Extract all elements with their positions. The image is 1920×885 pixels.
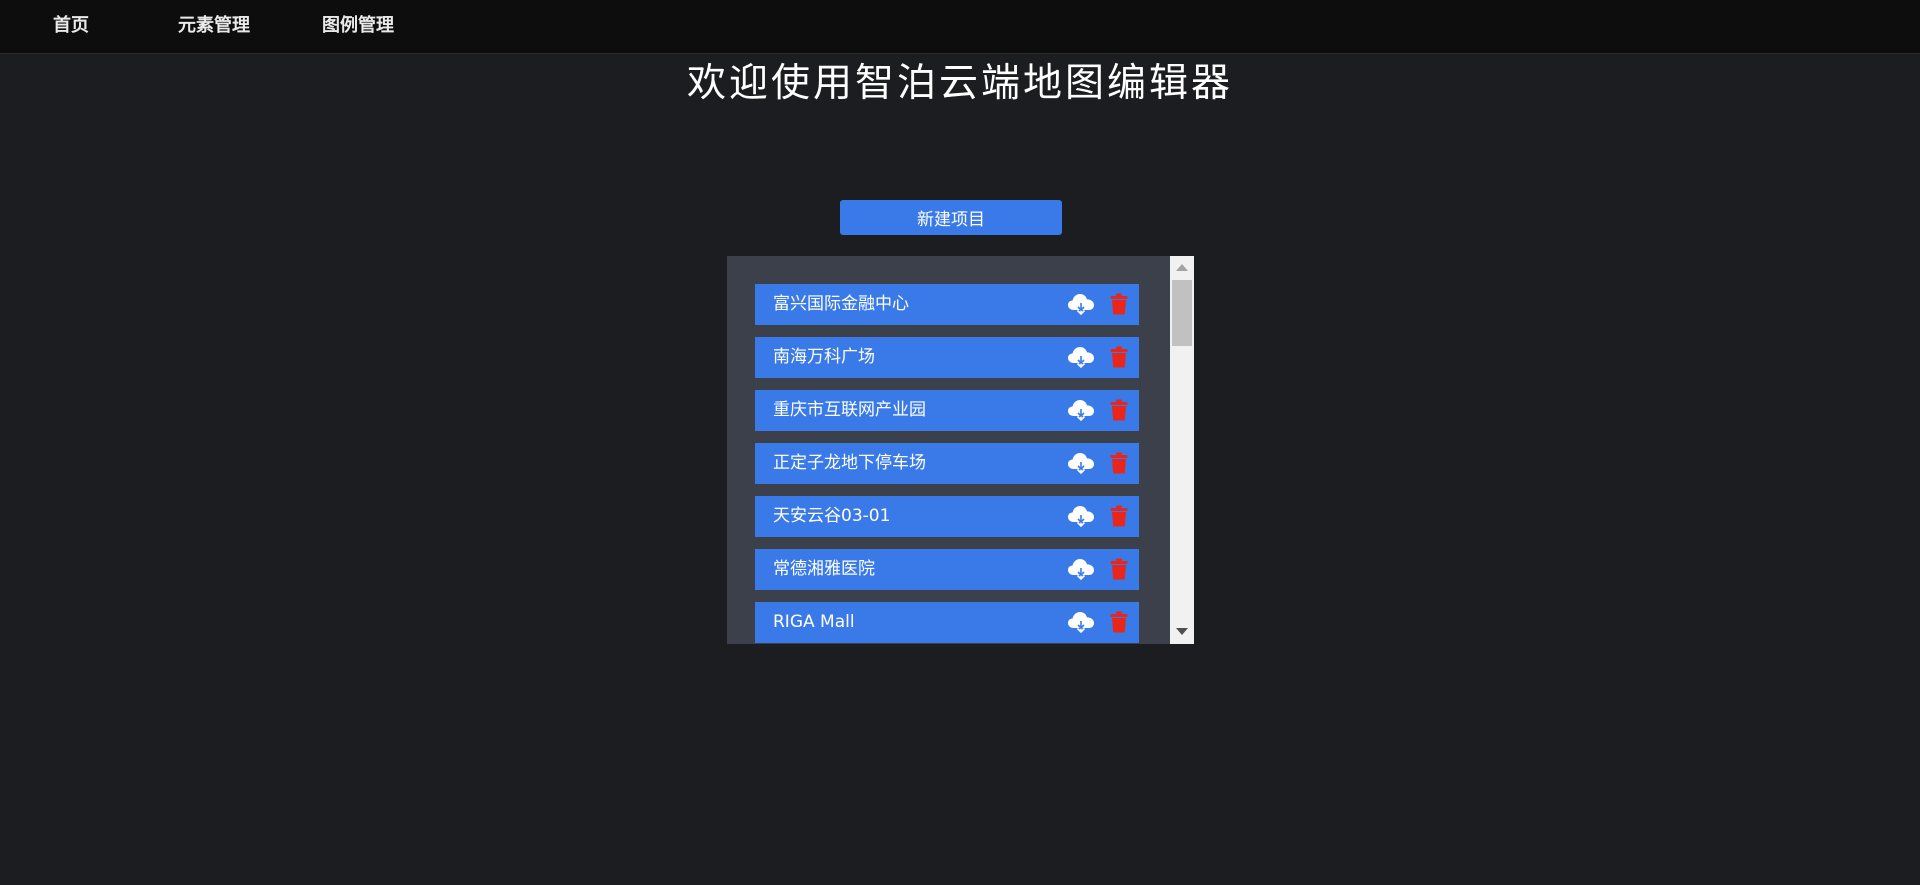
project-name: RIGA Mall xyxy=(773,612,855,632)
project-item[interactable]: 富兴国际金融中心 xyxy=(755,284,1139,325)
project-list-scrollbar[interactable] xyxy=(1170,256,1194,644)
new-project-button[interactable]: 新建项目 xyxy=(840,200,1062,235)
cloud-download-icon[interactable] xyxy=(1067,345,1095,371)
project-item[interactable]: RIGA Mall xyxy=(755,602,1139,643)
trash-icon[interactable] xyxy=(1110,611,1128,633)
nav-item-element-management[interactable]: 元素管理 xyxy=(178,14,250,38)
project-name: 富兴国际金融中心 xyxy=(773,294,909,314)
project-name: 重庆市互联网产业园 xyxy=(773,400,926,420)
cloud-download-icon[interactable] xyxy=(1067,610,1095,636)
scroll-down-arrow-icon[interactable] xyxy=(1176,628,1188,635)
trash-icon[interactable] xyxy=(1110,293,1128,315)
project-list-panel: 富兴国际金融中心 南海万科广场 重庆市互联网产业园 正定子龙地下停车场 天安云谷… xyxy=(727,256,1194,644)
project-name: 天安云谷03-01 xyxy=(773,506,891,526)
cloud-download-icon[interactable] xyxy=(1067,504,1095,530)
project-name: 正定子龙地下停车场 xyxy=(773,453,926,473)
trash-icon[interactable] xyxy=(1110,558,1128,580)
cloud-download-icon[interactable] xyxy=(1067,292,1095,318)
top-nav-bar: 首页 元素管理 图例管理 xyxy=(0,0,1920,54)
project-item[interactable]: 重庆市互联网产业园 xyxy=(755,390,1139,431)
project-name: 南海万科广场 xyxy=(773,347,875,367)
nav-item-legend-management[interactable]: 图例管理 xyxy=(322,14,394,38)
project-item[interactable]: 正定子龙地下停车场 xyxy=(755,443,1139,484)
scroll-up-arrow-icon[interactable] xyxy=(1176,264,1188,271)
trash-icon[interactable] xyxy=(1110,399,1128,421)
trash-icon[interactable] xyxy=(1110,505,1128,527)
page-title: 欢迎使用智泊云端地图编辑器 xyxy=(686,61,1233,106)
nav-item-home[interactable]: 首页 xyxy=(53,14,89,38)
cloud-download-icon[interactable] xyxy=(1067,557,1095,583)
scroll-thumb[interactable] xyxy=(1172,280,1192,346)
project-item[interactable]: 天安云谷03-01 xyxy=(755,496,1139,537)
cloud-download-icon[interactable] xyxy=(1067,451,1095,477)
cloud-download-icon[interactable] xyxy=(1067,398,1095,424)
project-name: 常德湘雅医院 xyxy=(773,559,875,579)
trash-icon[interactable] xyxy=(1110,452,1128,474)
trash-icon[interactable] xyxy=(1110,346,1128,368)
project-item[interactable]: 常德湘雅医院 xyxy=(755,549,1139,590)
project-list: 富兴国际金融中心 南海万科广场 重庆市互联网产业园 正定子龙地下停车场 天安云谷… xyxy=(755,284,1139,644)
project-item[interactable]: 南海万科广场 xyxy=(755,337,1139,378)
